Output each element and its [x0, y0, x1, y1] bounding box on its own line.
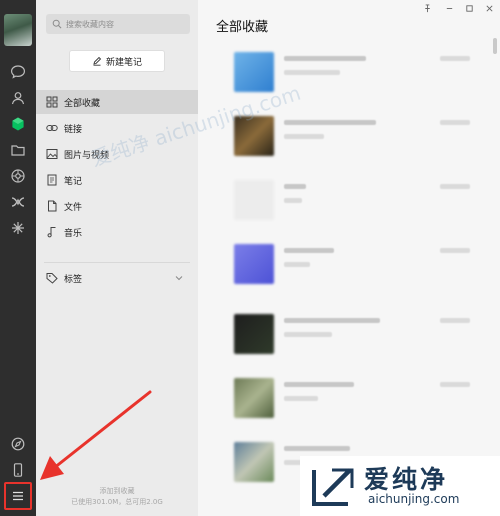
channels-icon[interactable] — [8, 218, 28, 238]
file-icon — [48, 200, 57, 212]
moments-icon[interactable] — [8, 166, 28, 186]
search-everything-icon[interactable] — [8, 434, 28, 454]
files-icon[interactable] — [8, 140, 28, 160]
avatar[interactable] — [4, 14, 32, 46]
new-note-button[interactable]: 新建笔记 — [69, 50, 165, 72]
close-icon[interactable] — [484, 3, 494, 13]
faint-watermark: 爱纯净 aichunjing.com — [88, 80, 304, 172]
collections-sidebar: 新建笔记 全部收藏 链接 图片与视频 笔记 文件 音乐 标签 添加到收藏 已使用… — [36, 0, 198, 516]
sidebar-item-label: 文件 — [64, 202, 83, 213]
search-input[interactable] — [66, 19, 186, 29]
chevron-down-icon[interactable] — [174, 273, 184, 283]
favorite-item[interactable] — [222, 236, 484, 292]
main-panel: 全部收藏 — [198, 0, 500, 516]
favorite-item[interactable] — [222, 306, 484, 362]
pin-icon[interactable] — [422, 3, 432, 13]
item-thumbnail — [234, 180, 274, 220]
page-title: 全部收藏 — [216, 20, 269, 35]
mini-programs-icon[interactable] — [8, 192, 28, 212]
search-box[interactable] — [46, 14, 190, 34]
sidebar-item-files[interactable]: 文件 — [36, 194, 198, 218]
site-watermark: 爱纯净 aichunjing.com — [300, 456, 500, 516]
minimize-icon[interactable] — [444, 3, 454, 13]
nav-rail — [0, 0, 36, 516]
storage-info: 添加到收藏 已使用301.0M，总可用2.0G — [36, 486, 198, 508]
scrollbar[interactable] — [493, 38, 497, 54]
pen-icon — [93, 56, 102, 66]
chat-icon[interactable] — [8, 62, 28, 82]
music-icon — [47, 227, 56, 238]
watermark-logo-icon — [312, 468, 354, 506]
item-thumbnail — [234, 442, 274, 482]
sidebar-item-tags[interactable]: 标签 — [36, 266, 198, 290]
sidebar-item-label: 音乐 — [64, 228, 83, 239]
search-icon — [52, 19, 62, 29]
storage-usage: 已使用301.0M，总可用2.0G — [71, 498, 163, 506]
item-thumbnail — [234, 378, 274, 418]
favorite-item[interactable] — [222, 370, 484, 426]
favorite-item[interactable] — [222, 172, 484, 228]
favorites-icon[interactable] — [8, 114, 28, 134]
maximize-icon[interactable] — [464, 3, 474, 13]
item-thumbnail — [234, 244, 274, 284]
tags-label: 标签 — [64, 274, 83, 285]
watermark-en-text: aichunjing.com — [368, 492, 460, 506]
item-thumbnail — [234, 314, 274, 354]
phone-icon[interactable] — [8, 460, 28, 480]
watermark-cn-text: 爱纯净 — [364, 465, 449, 494]
menu-highlight-box — [4, 482, 32, 510]
divider — [44, 262, 190, 263]
contacts-icon[interactable] — [8, 88, 28, 108]
tag-icon — [46, 273, 58, 284]
new-note-label: 新建笔记 — [105, 57, 142, 68]
sidebar-item-music[interactable]: 音乐 — [36, 220, 198, 244]
storage-title: 添加到收藏 — [99, 487, 135, 495]
